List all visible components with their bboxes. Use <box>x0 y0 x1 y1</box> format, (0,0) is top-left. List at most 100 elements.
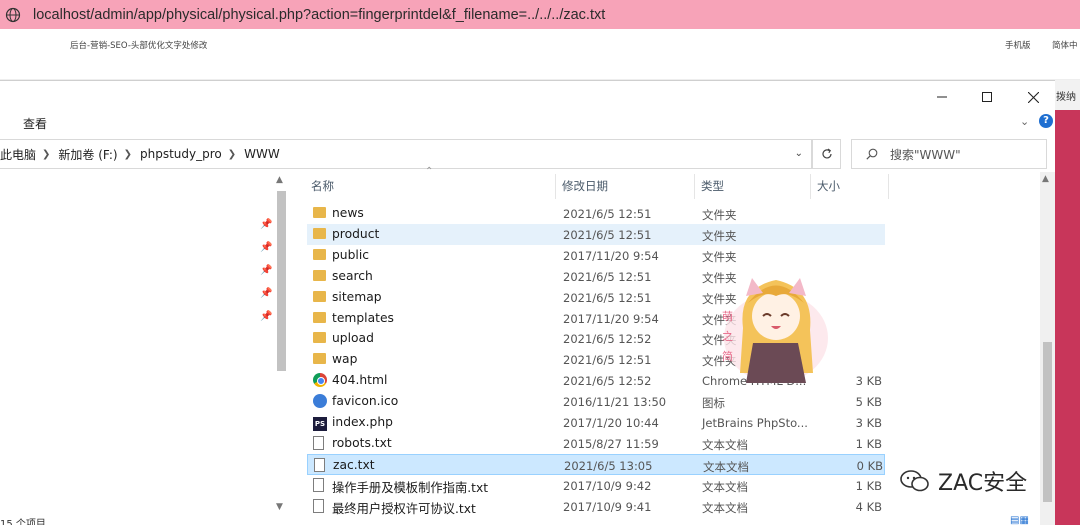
maximize-icon <box>982 92 992 102</box>
column-type-label: 类型 <box>701 179 724 193</box>
file-date: 2021/6/5 12:51 <box>563 290 652 305</box>
file-type: 文件夹 <box>702 228 737 243</box>
file-date: 2017/10/9 9:42 <box>563 478 652 493</box>
folder-icon <box>313 248 327 262</box>
column-header-type[interactable]: 类型 <box>695 174 811 199</box>
page-side-accent <box>1055 110 1080 525</box>
help-icon[interactable]: ? <box>1039 114 1053 128</box>
file-row[interactable]: favicon.ico 2016/11/21 13:50 图标 5 KB <box>307 391 885 412</box>
file-size: 1 KB <box>855 478 882 493</box>
mobile-version-link[interactable]: 手机版 <box>1005 39 1031 51</box>
file-type: 图标 <box>702 396 725 411</box>
file-row[interactable]: news 2021/6/5 12:51 文件夹 <box>307 203 885 224</box>
chevron-right-icon[interactable]: ❯ <box>228 149 236 160</box>
window-titlebar <box>0 81 1055 111</box>
column-size-label: 大小 <box>817 179 840 193</box>
minimize-button[interactable] <box>932 87 952 107</box>
pin-icon[interactable]: 📌 <box>260 265 272 277</box>
file-row[interactable]: zac.txt 2021/6/5 13:05 文本文档 0 KB <box>307 453 885 475</box>
ribbon-tab-view[interactable]: 查看 <box>23 115 47 132</box>
maximize-button[interactable] <box>977 87 997 107</box>
breadcrumb-drive[interactable]: 新加卷 (F:) <box>58 146 117 163</box>
column-header-size[interactable]: 大小 <box>811 174 889 199</box>
scroll-up-icon[interactable]: ▲ <box>1042 174 1049 184</box>
wechat-icon <box>900 470 929 492</box>
breadcrumb-www[interactable]: WWW <box>244 147 280 161</box>
file-name: robots.txt <box>332 435 392 450</box>
file-date: 2021/6/5 12:52 <box>563 332 652 347</box>
file-size: 5 KB <box>855 395 882 410</box>
file-date: 2017/10/9 9:41 <box>563 499 652 514</box>
globe-icon <box>5 7 21 22</box>
language-link[interactable]: 简体中 <box>1052 39 1078 51</box>
address-dropdown-icon[interactable]: ⌄ <box>795 148 803 159</box>
file-name: favicon.ico <box>332 394 399 409</box>
file-name: 最终用户授权许可协议.txt <box>332 501 476 516</box>
file-row[interactable]: robots.txt 2015/8/27 11:59 文本文档 1 KB <box>307 433 885 454</box>
file-date: 2017/1/20 10:44 <box>563 416 659 430</box>
pin-icon[interactable]: 📌 <box>260 242 272 254</box>
folder-icon <box>313 331 327 345</box>
refresh-button[interactable] <box>812 139 841 169</box>
file-date: 2021/6/5 12:52 <box>563 374 652 389</box>
pin-icon[interactable]: 📌 <box>260 219 272 231</box>
chevron-down-icon[interactable]: ⌄ <box>1020 115 1029 128</box>
file-name: sitemap <box>332 289 382 304</box>
file-size: 3 KB <box>855 374 882 389</box>
file-name: upload <box>332 331 374 346</box>
file-name: product <box>332 226 380 241</box>
breadcrumb-this-pc[interactable]: 此电脑 <box>0 146 36 163</box>
file-name: news <box>332 206 364 220</box>
close-icon <box>1027 91 1039 103</box>
address-bar[interactable]: 此电脑 ❯ 新加卷 (F:) ❯ phpstudy_pro ❯ WWW ⌄ <box>0 139 812 169</box>
pin-icon[interactable]: 📌 <box>260 288 272 300</box>
status-bar-count: 15 个项目 <box>0 519 46 525</box>
favicon-icon <box>313 394 327 409</box>
file-type: JetBrains PhpSto... <box>702 416 808 430</box>
url-text[interactable]: localhost/admin/app/physical/physical.ph… <box>33 7 605 23</box>
close-button[interactable] <box>1023 87 1043 107</box>
file-list-scrollbar[interactable]: ▲ <box>1040 172 1055 525</box>
svg-text:简: 简 <box>722 349 733 363</box>
search-placeholder[interactable]: 搜索"WWW" <box>890 146 961 163</box>
details-view-icon[interactable]: ▤▦ <box>1010 515 1029 525</box>
file-row[interactable]: product 2021/6/5 12:51 文件夹 <box>307 223 885 245</box>
file-name: 操作手册及模板制作指南.txt <box>332 480 489 495</box>
column-header-name[interactable]: 名称 <box>305 174 556 199</box>
file-type: 文本文档 <box>703 459 749 474</box>
watermark-text: ZAC安全 <box>938 471 1028 496</box>
text-file-icon <box>313 498 327 513</box>
admin-breadcrumb[interactable]: 后台-营销-SEO-头部优化文字处修改 <box>70 39 207 51</box>
file-list-header: 名称 ⌃ 修改日期 类型 大小 <box>305 166 890 199</box>
file-type: 文件夹 <box>702 208 737 222</box>
chevron-right-icon[interactable]: ❯ <box>42 149 50 160</box>
scroll-down-icon[interactable]: ▼ <box>276 502 283 512</box>
file-type: 文本文档 <box>702 500 748 515</box>
search-icon <box>866 148 878 160</box>
column-header-date[interactable]: 修改日期 <box>556 174 695 199</box>
file-row[interactable]: PS index.php 2017/1/20 10:44 JetBrains PhpS… <box>307 412 885 433</box>
admin-page-header: 后台-营销-SEO-头部优化文字处修改 手机版 简体中 <box>0 29 1080 80</box>
folder-icon <box>313 269 327 283</box>
file-name: zac.txt <box>333 457 375 472</box>
text-file-icon <box>313 435 327 450</box>
scrollbar-thumb[interactable] <box>1043 342 1052 502</box>
file-row[interactable]: 操作手册及模板制作指南.txt 2017/10/9 9:42 文本文档 1 KB <box>307 475 885 496</box>
nav-pane-scrollbar[interactable]: ▲ ▼ <box>273 175 290 518</box>
chevron-right-icon[interactable]: ❯ <box>124 149 132 160</box>
file-name: search <box>332 268 373 283</box>
search-box[interactable]: 搜索"WWW" <box>851 139 1047 169</box>
browser-url-bar[interactable]: localhost/admin/app/physical/physical.ph… <box>0 0 1080 29</box>
breadcrumb-phpstudy[interactable]: phpstudy_pro <box>140 147 222 161</box>
file-date: 2017/11/20 9:54 <box>563 311 659 326</box>
navigation-pane: 📌 📌 📌 📌 📌 <box>0 173 290 525</box>
file-date: 2016/11/21 13:50 <box>563 395 667 410</box>
file-row[interactable]: 最终用户授权许可协议.txt 2017/10/9 9:41 文本文档 4 KB <box>307 496 885 517</box>
file-date: 2015/8/27 11:59 <box>563 436 659 451</box>
scrollbar-thumb[interactable] <box>277 191 286 371</box>
text-file-icon <box>313 477 327 492</box>
folder-icon <box>313 290 327 304</box>
pin-icon[interactable]: 📌 <box>260 311 272 323</box>
scroll-up-icon[interactable]: ▲ <box>276 175 283 185</box>
file-size: 3 KB <box>855 416 882 430</box>
